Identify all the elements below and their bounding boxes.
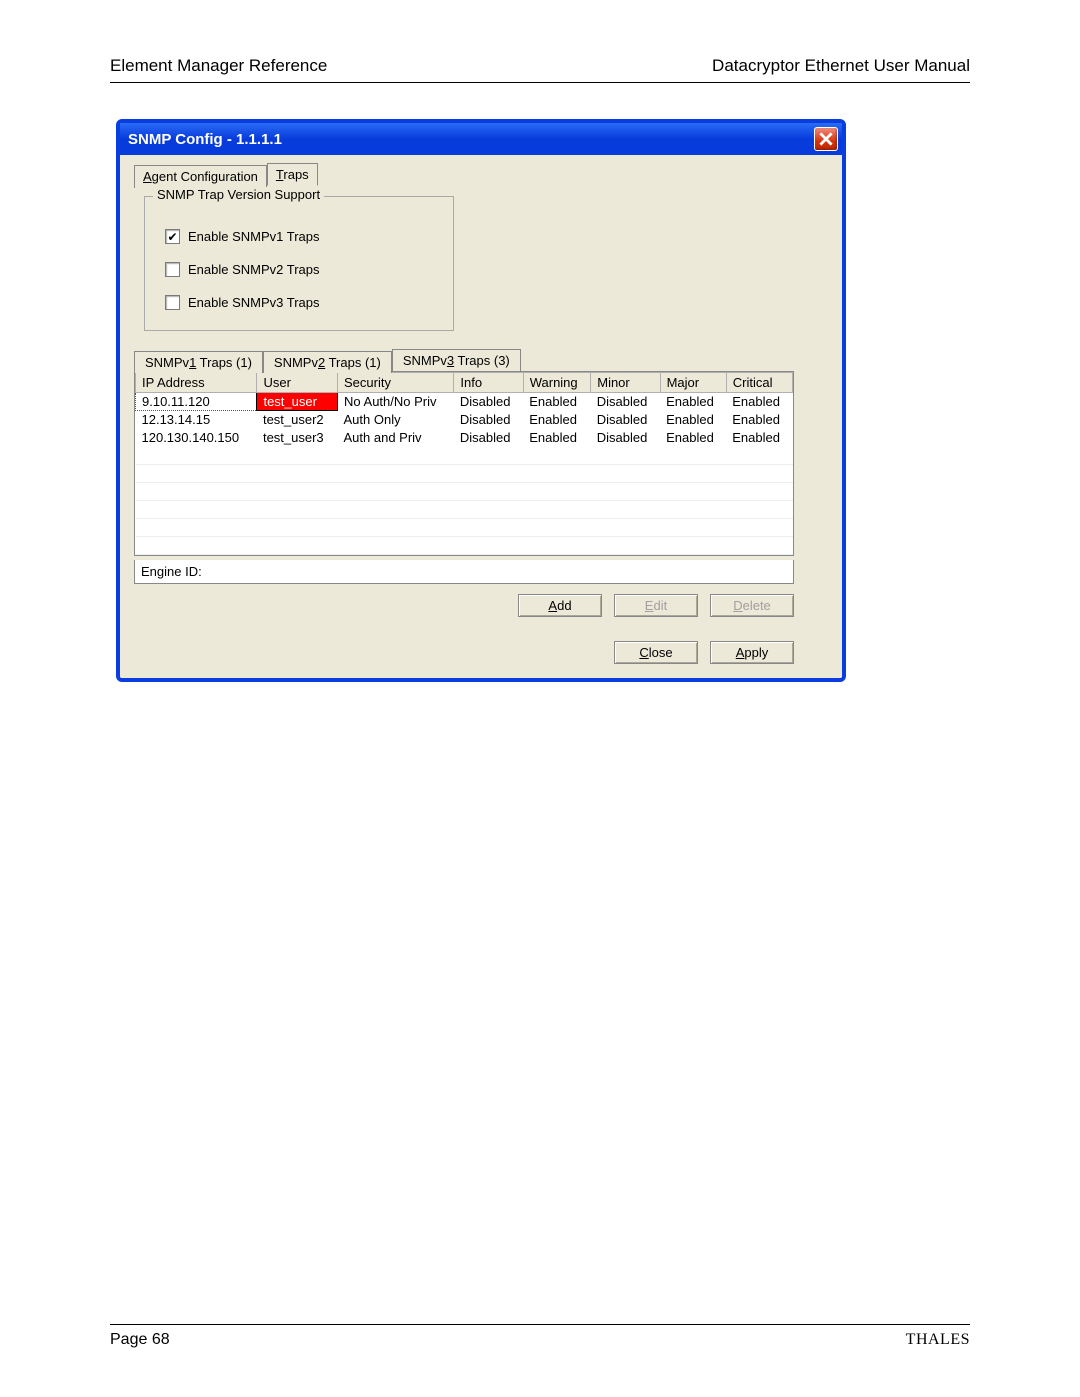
cell-major: Enabled: [660, 411, 726, 429]
add-button[interactable]: Add: [518, 594, 602, 617]
edit-button[interactable]: Edit: [614, 594, 698, 617]
footer-right: THALES: [906, 1331, 970, 1349]
cell-ip: 9.10.11.120: [136, 393, 257, 411]
cell-user: test_user2: [257, 411, 338, 429]
header-right: Datacryptor Ethernet User Manual: [712, 56, 970, 76]
table-row[interactable]: 9.10.11.120test_userNo Auth/No PrivDisab…: [136, 393, 793, 411]
table-row-empty: [136, 483, 793, 501]
cell-minor: Disabled: [591, 429, 660, 447]
engine-id-label: Engine ID:: [141, 564, 202, 579]
col-major[interactable]: Major: [660, 373, 726, 393]
col-warning[interactable]: Warning: [523, 373, 591, 393]
cell-warning: Enabled: [523, 393, 591, 411]
col-info[interactable]: Info: [454, 373, 523, 393]
cell-critical: Enabled: [726, 411, 792, 429]
close-button[interactable]: Close: [614, 641, 698, 664]
traps-table: IP Address User Security Info Warning Mi…: [134, 371, 794, 556]
cell-security: No Auth/No Priv: [338, 393, 454, 411]
col-minor[interactable]: Minor: [591, 373, 660, 393]
col-user[interactable]: User: [257, 373, 338, 393]
cell-warning: Enabled: [523, 429, 591, 447]
cell-user: test_user3: [257, 429, 338, 447]
cell-info: Disabled: [454, 411, 523, 429]
delete-button[interactable]: Delete: [710, 594, 794, 617]
groupbox-legend: SNMP Trap Version Support: [153, 187, 324, 202]
cell-major: Enabled: [660, 429, 726, 447]
cell-critical: Enabled: [726, 429, 792, 447]
cell-ip: 12.13.14.15: [136, 411, 257, 429]
apply-button[interactable]: Apply: [710, 641, 794, 664]
footer-left: Page 68: [110, 1331, 170, 1349]
cell-ip: 120.130.140.150: [136, 429, 257, 447]
close-icon[interactable]: [814, 127, 838, 151]
label-snmpv2: Enable SNMPv2 Traps: [188, 262, 320, 277]
tab-traps[interactable]: Traps: [267, 163, 318, 186]
trap-version-groupbox: SNMP Trap Version Support ✔ Enable SNMPv…: [144, 196, 454, 331]
col-critical[interactable]: Critical: [726, 373, 792, 393]
checkbox-snmpv3[interactable]: [165, 295, 180, 310]
tab-agent-configuration[interactable]: Agent Configuration: [134, 165, 267, 188]
table-header-row: IP Address User Security Info Warning Mi…: [136, 373, 793, 393]
doc-header: Element Manager Reference Datacryptor Et…: [110, 48, 970, 83]
checkbox-snmpv2[interactable]: [165, 262, 180, 277]
cell-major: Enabled: [660, 393, 726, 411]
col-ip[interactable]: IP Address: [136, 373, 257, 393]
table-row[interactable]: 12.13.14.15test_user2Auth OnlyDisabledEn…: [136, 411, 793, 429]
snmp-config-window: SNMP Config - 1.1.1.1 Agent Configuratio…: [116, 119, 846, 682]
checkbox-snmpv1[interactable]: ✔: [165, 229, 180, 244]
engine-id-row: Engine ID:: [134, 560, 794, 584]
tab-snmpv2-traps[interactable]: SNMPv2 Traps (1): [263, 351, 392, 373]
cell-minor: Disabled: [591, 411, 660, 429]
table-row-empty: [136, 465, 793, 483]
table-row[interactable]: 120.130.140.150test_user3Auth and PrivDi…: [136, 429, 793, 447]
table-row-empty: [136, 519, 793, 537]
cell-minor: Disabled: [591, 393, 660, 411]
table-row-empty: [136, 447, 793, 465]
cell-user: test_user: [257, 393, 338, 411]
cell-info: Disabled: [454, 429, 523, 447]
cell-info: Disabled: [454, 393, 523, 411]
doc-footer: Page 68 THALES: [110, 1324, 970, 1349]
label-snmpv1: Enable SNMPv1 Traps: [188, 229, 320, 244]
tab-snmpv1-traps[interactable]: SNMPv1 Traps (1): [134, 351, 263, 373]
window-title: SNMP Config - 1.1.1.1: [128, 131, 282, 148]
cell-critical: Enabled: [726, 393, 792, 411]
titlebar: SNMP Config - 1.1.1.1: [120, 123, 842, 155]
trap-sub-tabs: SNMPv1 Traps (1) SNMPv2 Traps (1) SNMPv3…: [134, 349, 828, 371]
table-row-empty: [136, 537, 793, 555]
top-tabs: Agent Configuration Traps: [134, 163, 828, 186]
cell-security: Auth and Priv: [338, 429, 454, 447]
header-left: Element Manager Reference: [110, 56, 327, 76]
cell-warning: Enabled: [523, 411, 591, 429]
col-security[interactable]: Security: [338, 373, 454, 393]
table-row-empty: [136, 501, 793, 519]
label-snmpv3: Enable SNMPv3 Traps: [188, 295, 320, 310]
cell-security: Auth Only: [338, 411, 454, 429]
tab-snmpv3-traps[interactable]: SNMPv3 Traps (3): [392, 349, 521, 371]
